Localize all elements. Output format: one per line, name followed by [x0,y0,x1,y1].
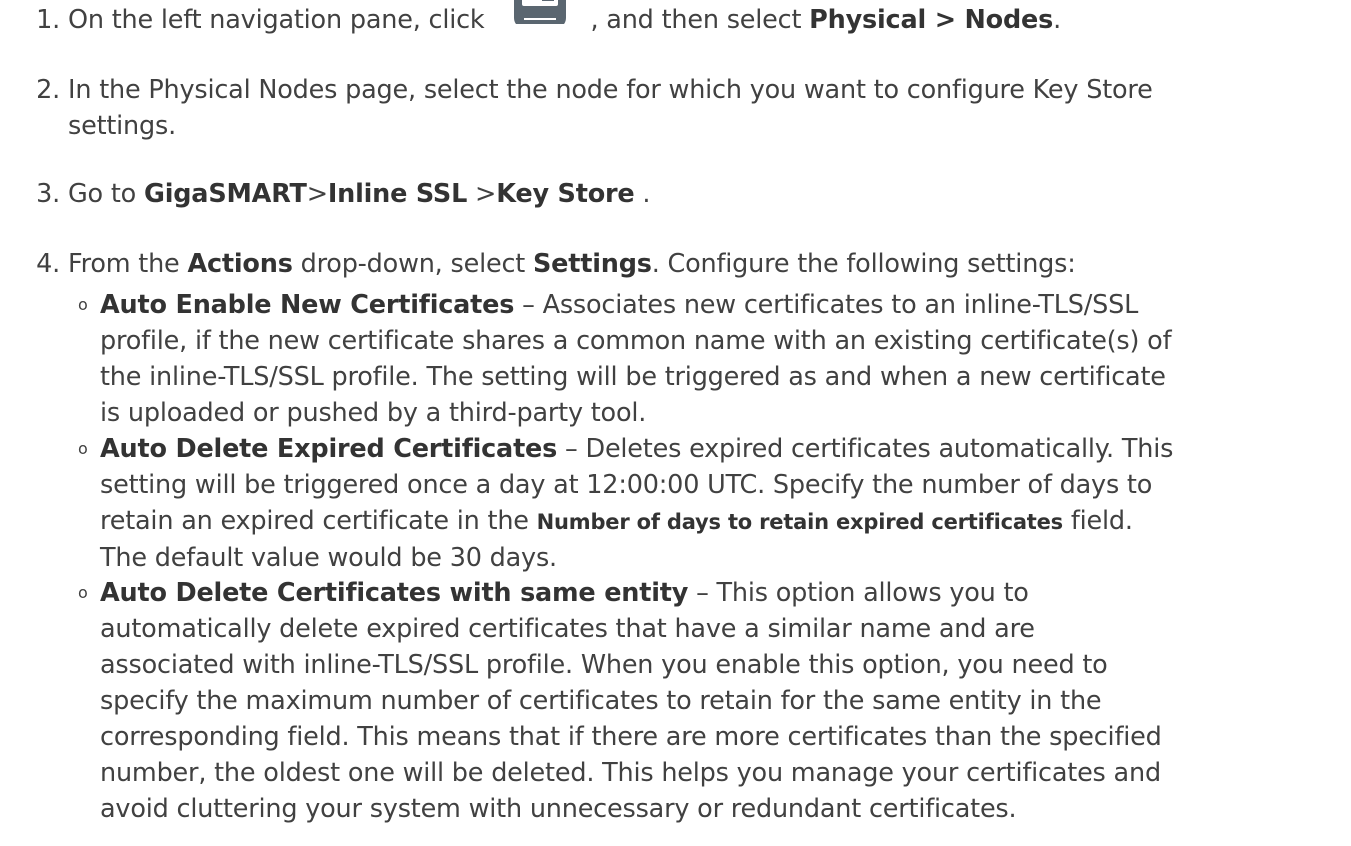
menu-gigasmart: GigaSMART [143,179,307,209]
bullet-line: field. [1062,506,1133,536]
setting-title: Auto Enable New Certificates [100,290,515,320]
bullet-line: avoid cluttering your system with unnece… [100,794,1017,824]
step-text: On the left navigation pane, click , and… [68,0,1348,38]
bullet-line: is uploaded or pushed by a third-party t… [100,398,647,428]
step-number: 2. [36,75,60,105]
field-name: Number of days to retain expired certifi… [536,510,1064,534]
actions-label: Actions [187,249,293,279]
step-text-end: . [1053,5,1062,35]
bullet-line: – Associates new certificates to an inli… [514,290,1139,320]
step-number: 3. [36,179,60,209]
bullet-line: – This option allows you to [688,578,1029,608]
bullet-line: – Deletes expired certificates automatic… [557,434,1174,464]
settings-label: Settings [532,249,652,279]
step-text-mid: , and then select [590,5,810,35]
bullet-marker: o [78,583,88,602]
step-number: 1. [36,5,60,35]
bullet-text: Auto Delete Expired Certificates – Delet… [100,431,1348,576]
separator: > [467,179,497,209]
step-text: In the Physical Nodes page, select the n… [68,72,1348,144]
setting-title: Auto Delete Certificates with same entit… [100,578,689,608]
step-text-mid: drop-down, select [292,249,533,279]
step-text-start: Go to [68,179,144,209]
bullet-line: automatically delete expired certificate… [100,614,1035,644]
step-text-start: From the [68,249,188,279]
menu-path: Physical > Nodes [809,5,1054,35]
setting-title: Auto Delete Expired Certificates [100,434,558,464]
step-text-start: On the left navigation pane, click [68,5,485,35]
bullet-line: corresponding field. This means that if … [100,722,1162,752]
separator: > [306,179,328,209]
step-text-end: . Configure the following settings: [651,249,1076,279]
bullet-marker: o [78,295,88,314]
bullet-line: profile, if the new certificate shares a… [100,326,1172,356]
step-text-end: . [634,179,651,209]
bullet-text: Auto Delete Certificates with same entit… [100,575,1348,827]
menu-inline-ssl: Inline SSL [327,179,468,209]
step-text: Go to GigaSMART>Inline SSL >Key Store . [68,176,1348,212]
step-line: settings. [68,111,176,141]
device-icon [492,0,584,28]
step-line: In the Physical Nodes page, select the n… [68,75,1153,105]
bullet-line: associated with inline-TLS/SSL profile. … [100,650,1108,680]
bullet-line: the inline-TLS/SSL profile. The setting … [100,362,1166,392]
bullet-line: specify the maximum number of certificat… [100,686,1102,716]
menu-key-store: Key Store [496,179,635,209]
bullet-line: number, the oldest one will be deleted. … [100,758,1161,788]
bullet-marker: o [78,439,88,458]
step-text: From the Actions drop-down, select Setti… [68,246,1348,282]
bullet-line: The default value would be 30 days. [100,543,557,573]
bullet-line: retain an expired certificate in the [100,506,537,536]
bullet-line: setting will be triggered once a day at … [100,470,1153,500]
step-number: 4. [36,249,60,279]
bullet-text: Auto Enable New Certificates – Associate… [100,287,1348,431]
